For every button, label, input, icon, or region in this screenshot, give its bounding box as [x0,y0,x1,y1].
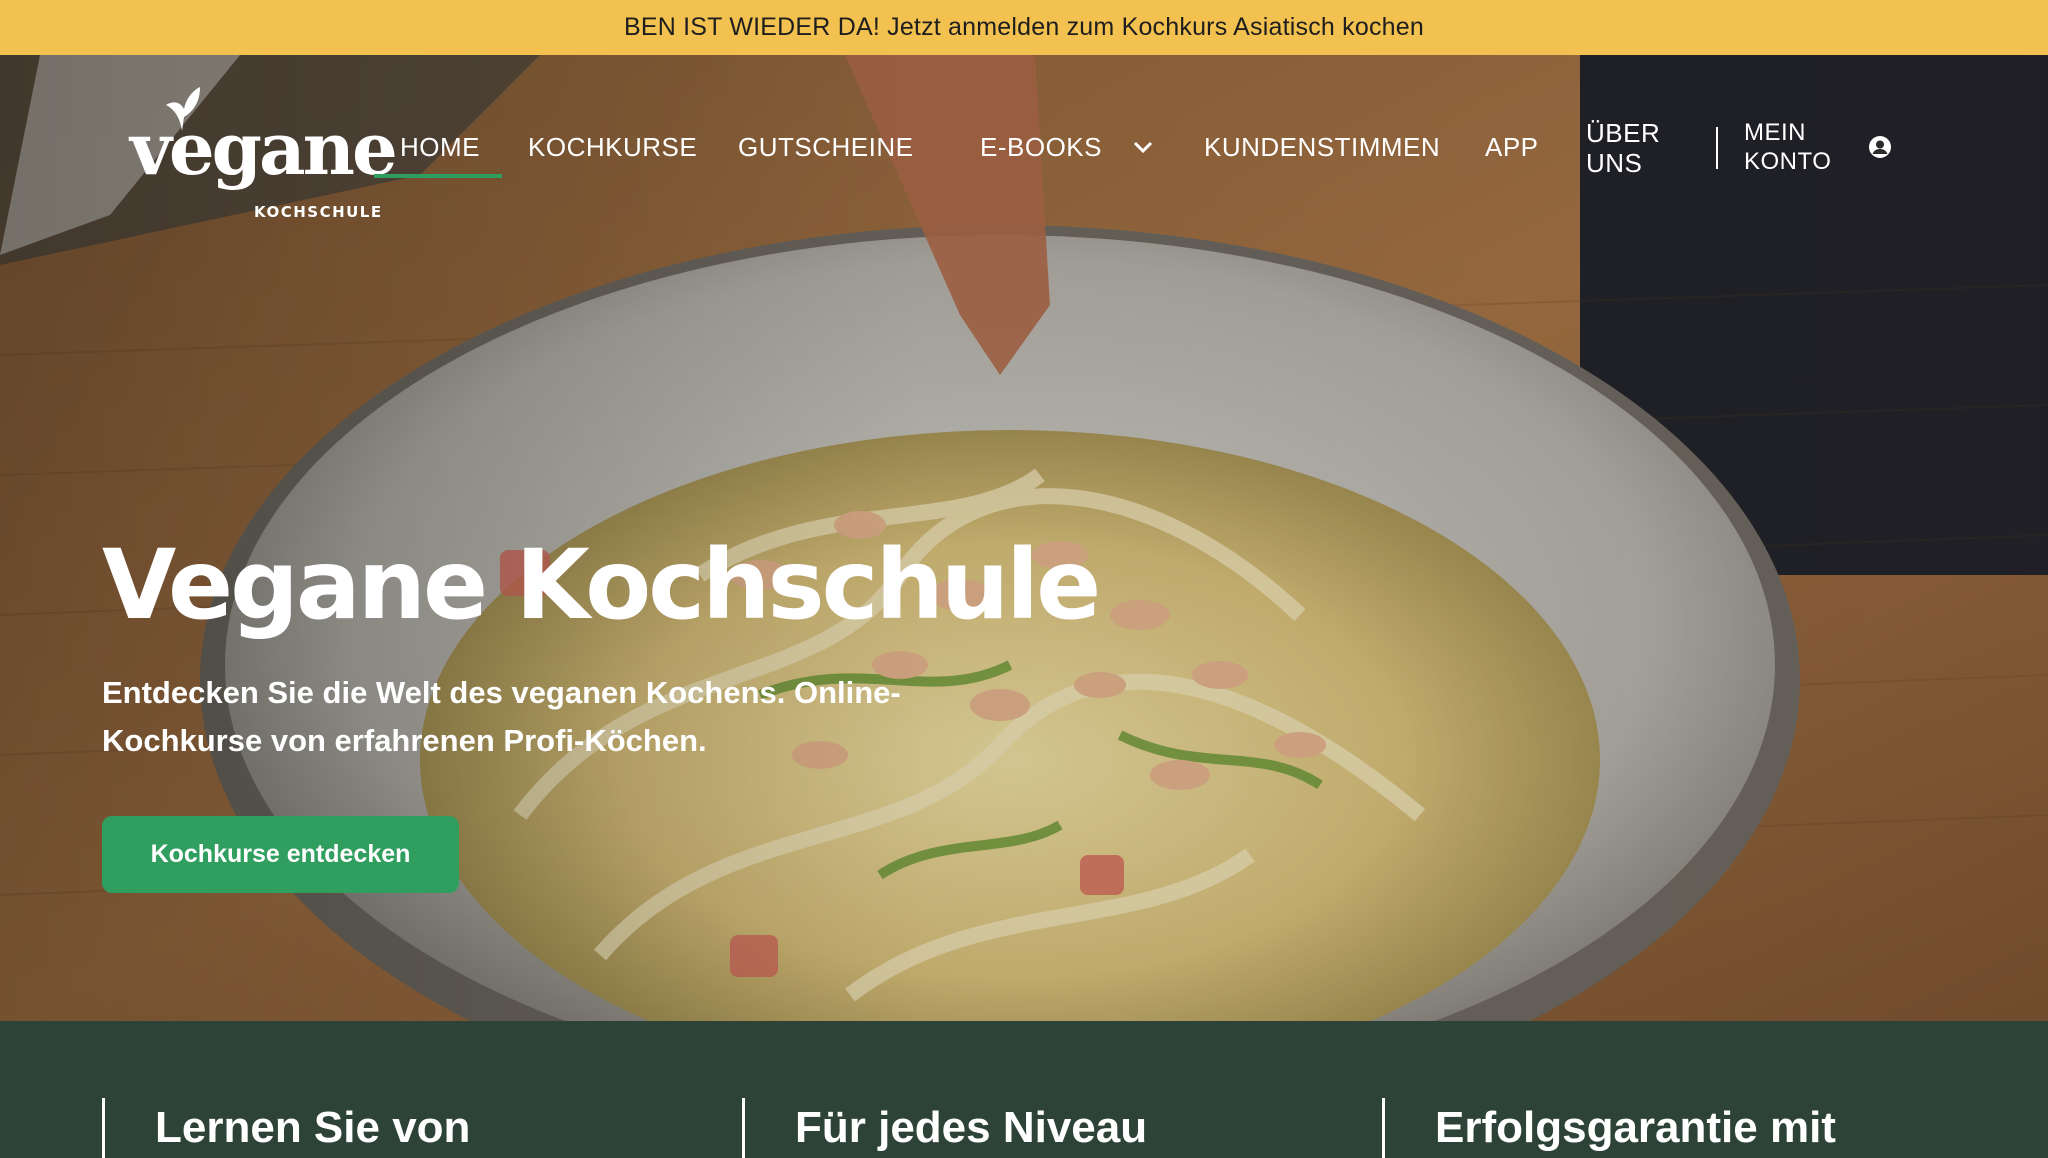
nav-item-kundenstimmen[interactable]: KUNDENSTIMMEN [1204,132,1440,162]
nav-item-ebooks-label: E-BOOKS [980,132,1102,162]
nav-item-ebooks[interactable]: E-BOOKS [980,132,1154,162]
nav-item-gutscheine[interactable]: GUTSCHEINE [738,132,913,162]
nav-item-mein-konto[interactable]: MEIN KONTO [1744,118,1844,176]
logo-wordmark: vegane [130,106,398,191]
hero-subtitle: Entdecken Sie die Welt des veganen Koche… [102,675,901,758]
feature-column: Erfolgsgarantie mit [1382,1098,1836,1158]
nav-active-indicator [374,174,502,178]
feature-column: Lernen Sie von [102,1098,470,1158]
nav-item-app[interactable]: APP [1485,132,1539,162]
features-section: Lernen Sie von Für jedes Niveau Erfolgsg… [0,1021,2048,1158]
brand-logo[interactable]: vegane KOCHSCHULE [130,87,398,221]
nav-item-ueber-uns[interactable]: ÜBER UNS [1586,118,1676,178]
hero-title: Vegane Kochschule [102,529,1101,641]
feature-title: Für jedes Niveau [795,1103,1148,1152]
announcement-text[interactable]: BEN IST WIEDER DA! Jetzt anmelden zum Ko… [624,13,1424,42]
site-header: vegane KOCHSCHULE HOME KOCHKURSE GUTSCHE… [0,55,2048,240]
nav-divider [1716,127,1718,169]
cta-button[interactable]: Kochkurse entdecken [102,816,459,893]
logo-subtitle: KOCHSCHULE [254,203,383,221]
feature-title: Erfolgsgarantie mit [1435,1103,1836,1152]
chevron-down-icon [1133,141,1153,154]
nav-item-home[interactable]: HOME [400,132,480,162]
feature-column: Für jedes Niveau [742,1098,1147,1158]
nav-item-kochkurse[interactable]: KOCHKURSE [528,132,697,162]
feature-title: Lernen Sie von [155,1103,471,1152]
announcement-bar[interactable]: BEN IST WIEDER DA! Jetzt anmelden zum Ko… [0,0,2048,55]
user-circle-icon[interactable] [1868,135,1892,159]
